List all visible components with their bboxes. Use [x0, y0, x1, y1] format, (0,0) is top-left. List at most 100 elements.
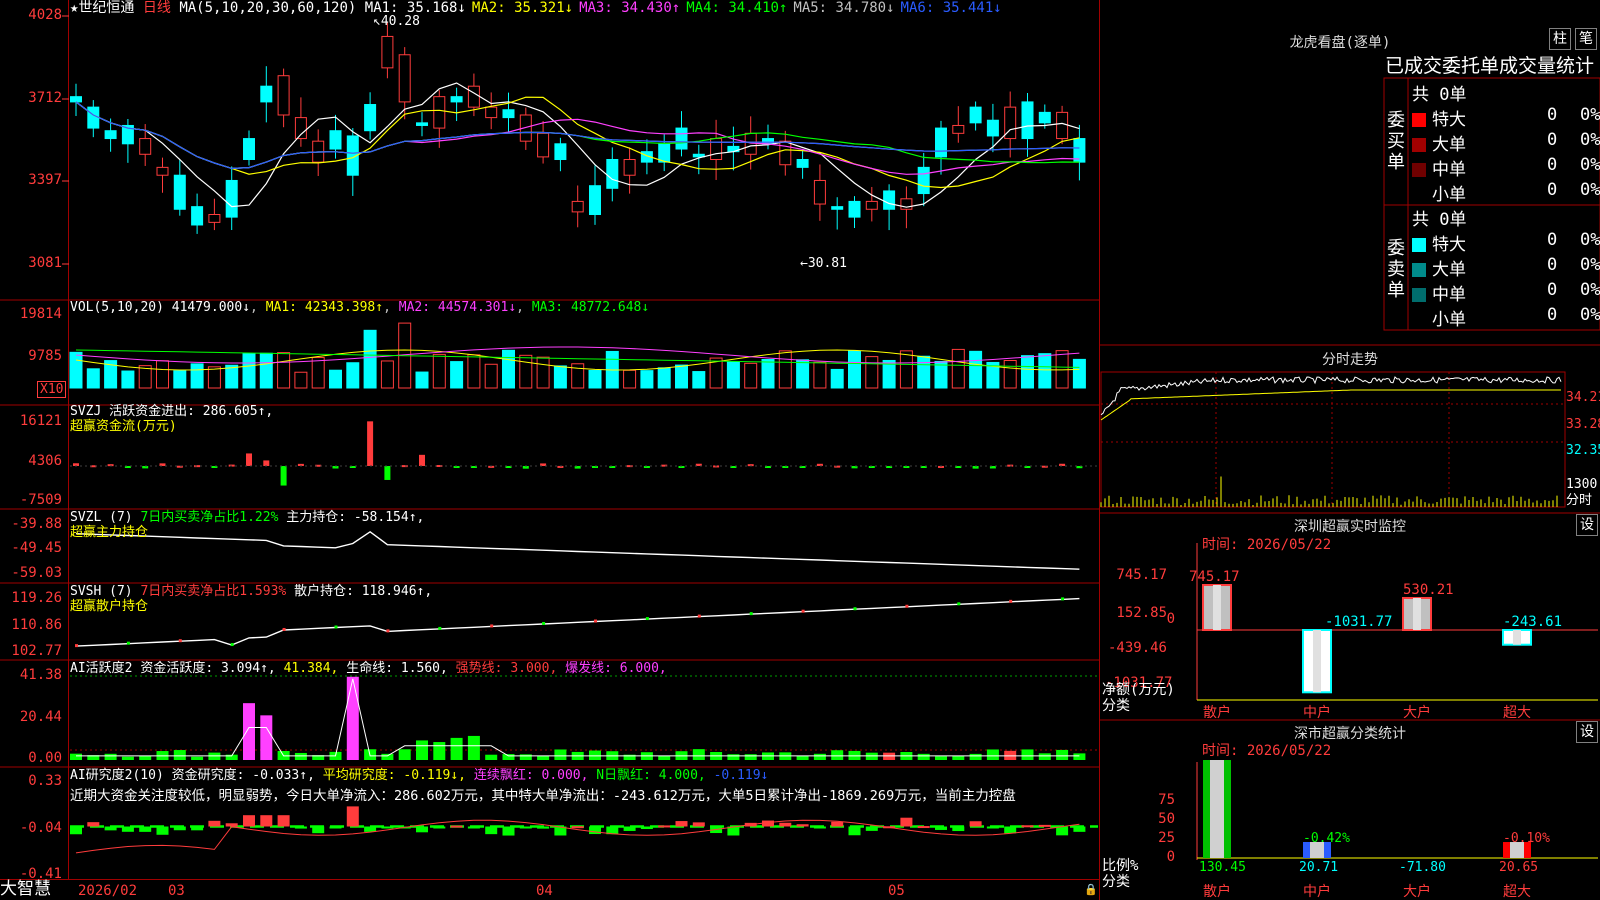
stock-name[interactable]: 世纪恒通 [78, 0, 134, 16]
candle-body [796, 159, 809, 168]
candle-body [225, 179, 238, 218]
sz-monitor-settings-button[interactable]: 设 [1576, 514, 1598, 536]
candle-body [173, 174, 186, 210]
candle-body [762, 138, 774, 145]
sz-monitor-category: 超大 [1503, 705, 1531, 721]
retail-holding-marker [957, 602, 961, 606]
sell-row-pct: 0% [1580, 230, 1600, 250]
volume-bar [502, 349, 515, 389]
price-axis-label: 3081 [28, 255, 62, 271]
activity-bar [813, 753, 826, 760]
activity-bar [831, 750, 844, 760]
vol-ma1: MA1: 42343.398↑ [265, 300, 384, 315]
column-view-button[interactable]: 柱 [1549, 28, 1571, 50]
candle [952, 106, 965, 143]
retail-holding-marker [1061, 597, 1065, 601]
ai-active-axis-label: 20.44 [19, 709, 62, 725]
activity-bar [986, 749, 999, 760]
intraday-axis-label: 34.21 [1566, 390, 1600, 405]
retail-holding-marker [230, 643, 234, 647]
sz-monitor-value: 745.17 [1189, 569, 1240, 585]
activity-bar [346, 676, 359, 760]
buy-color-swatch [1412, 138, 1426, 152]
svzl-subtitle: 超赢主力持仓 [70, 525, 149, 540]
retail-holding-marker [490, 624, 494, 628]
candle-body [554, 143, 567, 161]
activity-bar [727, 754, 740, 760]
candle [381, 22, 394, 79]
intraday-title: 分时走势 [1322, 352, 1378, 368]
buy-row: 大单 0 0% [1412, 130, 1600, 155]
candle-body [1038, 111, 1051, 124]
activity-bar [502, 754, 515, 760]
candle-body [156, 166, 169, 176]
research-bar [329, 826, 342, 829]
brand-logo[interactable]: 大智慧 [0, 881, 51, 898]
candle-body [1056, 111, 1069, 140]
volume-bar [623, 369, 637, 389]
research-bar [762, 820, 774, 827]
buy-row-label: 中单 [1432, 160, 1466, 180]
main-chart-canvas[interactable] [0, 0, 1600, 900]
activity-bar [381, 753, 394, 760]
candle-body [589, 185, 601, 216]
intraday-axis-label: 33.28 [1566, 417, 1600, 432]
sz-stats-settings-button[interactable]: 设 [1576, 721, 1598, 743]
activity-bar [658, 755, 671, 760]
sell-row-label: 小单 [1432, 310, 1466, 330]
candle-body [485, 106, 498, 119]
research-bar [1021, 825, 1034, 828]
research-bar [675, 821, 688, 827]
volume-bar [951, 348, 965, 389]
activity-bar [917, 753, 930, 760]
research-bar [156, 826, 169, 835]
x-axis-label: 03 [168, 883, 185, 899]
candle [537, 121, 550, 164]
period-label[interactable]: 日线 [143, 0, 171, 16]
tick-view-button[interactable]: 笔 [1575, 28, 1597, 50]
ai-active-lifeline: 生命线: 1.560, [346, 661, 448, 676]
volume-bar [329, 369, 342, 389]
candle [727, 126, 740, 171]
sz-stats-value: -71.80 [1399, 860, 1446, 875]
ai-active-peak: 41.384, [283, 661, 339, 676]
volume-bar [415, 371, 429, 389]
lock-icon[interactable]: 🔒 [1084, 882, 1098, 898]
candle-body [623, 159, 636, 176]
candle-body [1021, 101, 1034, 140]
sz-monitor-category: 中户 [1303, 705, 1331, 721]
ai-activity-layer [70, 675, 1098, 760]
research-bar [813, 826, 826, 829]
candle-body [416, 122, 428, 126]
research-bar [450, 825, 463, 828]
research-bar [589, 826, 601, 835]
sz-stats-axis-label: 50 [1158, 811, 1175, 827]
capital-flow-bar [246, 453, 252, 466]
volume-bar [899, 350, 913, 389]
ai-active-value: 资金活跃度: 3.094↑, [140, 661, 276, 676]
activity-bar [692, 749, 705, 760]
sz-stats-pct: -0.10% [1503, 831, 1550, 847]
candle [779, 130, 792, 176]
ai-research-avg: 平均研究度: -0.119↓, [322, 768, 467, 783]
vol-unit-badge[interactable]: X10 [37, 381, 67, 398]
volume-bar [796, 359, 810, 389]
ma-line-3 [75, 101, 1080, 175]
candle-body [104, 130, 117, 140]
activity-lifeline [76, 678, 1080, 757]
research-bar [865, 826, 878, 831]
sz-stats-axis-label: 25 [1158, 830, 1175, 846]
research-bar [935, 826, 947, 830]
activity-bar [1021, 749, 1034, 760]
candle [416, 112, 428, 137]
volume-bar [778, 350, 792, 389]
svsh-title: SVSH (7) [70, 584, 133, 599]
candle [796, 150, 809, 179]
ma-value-4: MA4: 34.410↑ [686, 0, 788, 16]
research-bar [1004, 826, 1017, 834]
ai-research-value: 资金研究度: -0.033↑, [171, 768, 315, 783]
x-axis-label: 04 [536, 883, 553, 899]
candle-body [986, 119, 999, 137]
research-bar [952, 826, 965, 832]
sz-stats-value: 20.71 [1299, 860, 1339, 875]
